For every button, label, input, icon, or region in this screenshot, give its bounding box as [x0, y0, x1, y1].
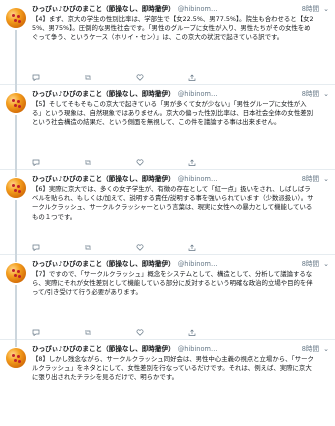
retweet-icon[interactable]: [84, 159, 92, 166]
thread-line: [15, 85, 17, 92]
tweet-text: 【4】まず、京大の学生の性別比率は、学部生で【女22.5%、男77.5%】。院生…: [32, 15, 314, 42]
chevron-down-icon[interactable]: ⌄: [323, 89, 329, 99]
retweet-icon[interactable]: [84, 74, 92, 81]
dragon-ball-star: [12, 354, 15, 357]
user-handle[interactable]: @hibinom…: [178, 4, 218, 14]
dragon-ball-star: [18, 360, 21, 363]
dragon-ball-star: [17, 15, 20, 18]
thread-line: [15, 30, 17, 86]
like-icon[interactable]: [136, 74, 144, 81]
timestamp[interactable]: 8時間: [299, 344, 319, 354]
like-icon[interactable]: [136, 329, 144, 336]
avatar[interactable]: [6, 93, 26, 113]
thread-line: [15, 340, 17, 347]
display-name[interactable]: ひっぴぃ♪ひびのまこと（節操なし、即時撤伊）: [32, 174, 175, 184]
tweet[interactable]: ひっぴぃ♪ひびのまこと（節操なし、即時撤伊） @hibinom… 8時間 ⌄ 【…: [0, 170, 335, 256]
thread-line: [15, 115, 17, 171]
timestamp[interactable]: 8時間: [299, 4, 319, 14]
timestamp[interactable]: 8時間: [299, 89, 319, 99]
user-handle[interactable]: @hibinom…: [178, 89, 218, 99]
dragon-ball-star: [12, 184, 15, 187]
tweet-text: 【8】しかし残念ながら、サークルクラッシュ同好会は、男性中心主義の視点と立場から…: [32, 355, 314, 382]
tweet-text: 【6】実際に京大では、多くの女子学生が、有徴の存在として「紅一点」扱いをされ、し…: [32, 185, 314, 221]
dragon-ball-star: [12, 269, 15, 272]
dragon-ball-star: [18, 20, 21, 23]
timestamp[interactable]: 8時間: [299, 259, 319, 269]
display-name[interactable]: ひっぴぃ♪ひびのまこと（節操なし、即時撤伊）: [32, 4, 175, 14]
thread-line: [15, 200, 17, 256]
tweet-header: ひっぴぃ♪ひびのまこと（節操なし、即時撤伊） @hibinom… 8時間 ⌄: [32, 344, 329, 354]
tweet-actions: [32, 328, 196, 336]
display-name[interactable]: ひっぴぃ♪ひびのまこと（節操なし、即時撤伊）: [32, 259, 175, 269]
retweet-icon[interactable]: [84, 329, 92, 336]
thread-line: [15, 170, 17, 177]
retweet-icon[interactable]: [84, 244, 92, 251]
tweet-text: 【7】ですので、「サークルクラッシュ」概念をシステムとして、構造として、分析して…: [32, 270, 313, 297]
tweet[interactable]: ひっぴぃ♪ひびのまこと（節操なし、即時撤伊） @hibinom… 8時間 ⌄ 【…: [0, 0, 335, 86]
like-icon[interactable]: [136, 244, 144, 251]
dragon-ball-star: [17, 100, 20, 103]
dragon-ball-star: [18, 275, 21, 278]
dragon-ball-star: [12, 99, 15, 102]
tweet-text: 【5】そしてそもそもこの京大で起きている「男が多くて女が少ない」「男性グループに…: [32, 100, 313, 127]
display-name[interactable]: ひっぴぃ♪ひびのまこと（節操なし、即時撤伊）: [32, 344, 175, 354]
chevron-down-icon[interactable]: ⌄: [323, 174, 329, 184]
avatar[interactable]: [6, 263, 26, 283]
dragon-ball-star: [14, 189, 17, 192]
thread-line: [15, 255, 17, 262]
dragon-ball-star: [17, 185, 20, 188]
tweet-actions: [32, 243, 196, 251]
tweet-header: ひっぴぃ♪ひびのまこと（節操なし、即時撤伊） @hibinom… 8時間 ⌄: [32, 174, 329, 184]
avatar[interactable]: [6, 348, 26, 368]
dragon-ball-star: [18, 105, 21, 108]
like-icon[interactable]: [136, 159, 144, 166]
chevron-down-icon[interactable]: ⌄: [323, 344, 329, 354]
reply-icon[interactable]: [32, 329, 40, 336]
tweet-header: ひっぴぃ♪ひびのまこと（節操なし、即時撤伊） @hibinom… 8時間 ⌄: [32, 259, 329, 269]
reply-icon[interactable]: [32, 74, 40, 81]
tweet-header: ひっぴぃ♪ひびのまこと（節操なし、即時撤伊） @hibinom… 8時間 ⌄: [32, 4, 329, 14]
share-icon[interactable]: [188, 329, 196, 336]
tweet[interactable]: ひっぴぃ♪ひびのまこと（節操なし、即時撤伊） @hibinom… 8時間 ⌄ 【…: [0, 85, 335, 171]
tweet[interactable]: ひっぴぃ♪ひびのまこと（節操なし、即時撤伊） @hibinom… 8時間 ⌄ 【…: [0, 255, 335, 341]
timestamp[interactable]: 8時間: [299, 174, 319, 184]
dragon-ball-star: [18, 190, 21, 193]
dragon-ball-star: [12, 14, 15, 17]
share-icon[interactable]: [188, 244, 196, 251]
tweet[interactable]: ひっぴぃ♪ひびのまこと（節操なし、即時撤伊） @hibinom… 8時間 ⌄ 【…: [0, 340, 335, 426]
thread-line: [15, 285, 17, 341]
tweet-thread: ひっぴぃ♪ひびのまこと（節操なし、即時撤伊） @hibinom… 8時間 ⌄ 【…: [0, 0, 335, 426]
dragon-ball-star: [17, 355, 20, 358]
avatar[interactable]: [6, 8, 26, 28]
display-name[interactable]: ひっぴぃ♪ひびのまこと（節操なし、即時撤伊）: [32, 89, 175, 99]
tweet-actions: [32, 158, 196, 166]
user-handle[interactable]: @hibinom…: [178, 174, 218, 184]
dragon-ball-star: [17, 270, 20, 273]
user-handle[interactable]: @hibinom…: [178, 344, 218, 354]
tweet-actions: [32, 73, 196, 81]
dragon-ball-star: [14, 19, 17, 22]
share-icon[interactable]: [188, 74, 196, 81]
avatar[interactable]: [6, 178, 26, 198]
chevron-down-icon[interactable]: ⌄: [323, 4, 329, 14]
dragon-ball-star: [14, 104, 17, 107]
share-icon[interactable]: [188, 159, 196, 166]
chevron-down-icon[interactable]: ⌄: [323, 259, 329, 269]
reply-icon[interactable]: [32, 159, 40, 166]
tweet-header: ひっぴぃ♪ひびのまこと（節操なし、即時撤伊） @hibinom… 8時間 ⌄: [32, 89, 329, 99]
reply-icon[interactable]: [32, 244, 40, 251]
dragon-ball-star: [14, 274, 17, 277]
dragon-ball-star: [14, 359, 17, 362]
user-handle[interactable]: @hibinom…: [178, 259, 218, 269]
